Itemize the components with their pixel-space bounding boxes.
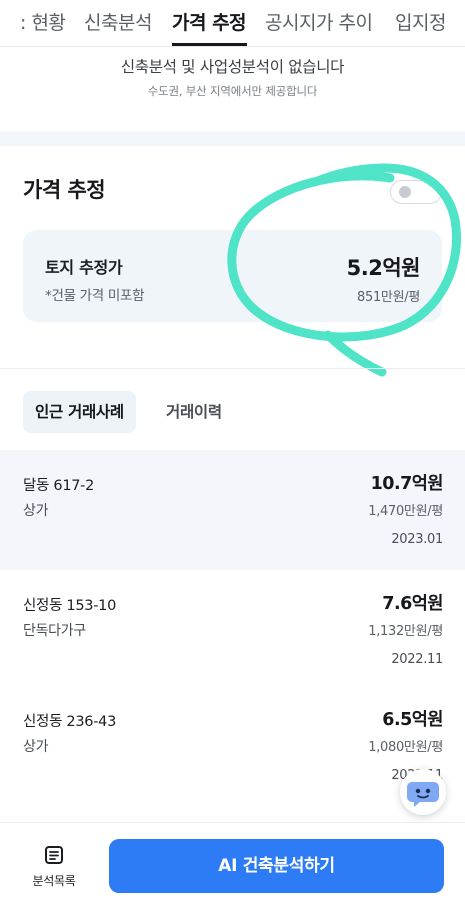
land-estimate-label: 토지 추정가: [45, 258, 123, 277]
transaction-unit-price: 1,470만원/평: [368, 504, 443, 519]
transaction-row[interactable]: 신정동 236-43 상가 6.5억원 1,080만원/평 2022.11: [0, 686, 465, 806]
transaction-address: 신정동 236-43: [23, 714, 116, 730]
tab-public-land-price-trend[interactable]: 공시지가 추이: [265, 8, 373, 35]
transaction-row[interactable]: 달동 617-2 상가 10.7억원 1,470만원/평 2023.01: [0, 450, 465, 570]
transaction-date: 2022.11: [391, 652, 443, 667]
land-estimate-value: 5.2억원: [346, 256, 421, 280]
land-estimate-unit-price: 851만원/평: [357, 290, 420, 305]
transaction-type: 상가: [23, 739, 49, 755]
notice-panel: 신축분석 및 사업성분석이 없습니다 수도권, 부산 지역에서만 제공합니다: [0, 47, 465, 131]
transaction-row[interactable]: 신정동 153-10 단독다가구 7.6억원 1,132만원/평 2022.11: [0, 570, 465, 690]
transaction-type: 단독다가구: [23, 623, 86, 639]
top-tab-bar: : 현황 신축분석 가격 추정 공시지가 추이 입지정: [0, 0, 465, 47]
tab-location[interactable]: 입지정: [395, 8, 446, 35]
land-estimate-card: 토지 추정가 *건물 가격 미포함 5.2억원 851만원/평: [23, 230, 442, 322]
notice-title: 신축분석 및 사업성분석이 없습니다: [120, 58, 345, 76]
transaction-address: 신정동 153-10: [23, 598, 116, 614]
tab-new-build-analysis[interactable]: 신축분석: [84, 8, 152, 35]
land-estimate-note: *건물 가격 미포함: [45, 288, 145, 304]
analysis-list-label[interactable]: 분석목록: [26, 872, 82, 889]
price-section-title: 가격 추정: [23, 178, 106, 202]
transaction-price: 6.5억원: [382, 710, 443, 730]
transaction-date: 2023.01: [391, 532, 443, 547]
section-separator: [0, 131, 465, 146]
transaction-price: 7.6억원: [382, 594, 443, 614]
toggle-switch[interactable]: [390, 180, 442, 204]
notice-subtitle: 수도권, 부산 지역에서만 제공합니다: [147, 84, 318, 98]
chatbot-face-icon: [407, 782, 439, 807]
toggle-knob: [399, 186, 411, 198]
ai-analysis-button[interactable]: AI 건축분석하기: [109, 839, 444, 893]
chatbot-button[interactable]: [400, 769, 446, 815]
tab-status[interactable]: : 현황: [20, 8, 66, 35]
transaction-address: 달동 617-2: [23, 478, 95, 494]
transaction-type: 상가: [23, 503, 49, 519]
tab-price-estimate[interactable]: 가격 추정: [172, 8, 247, 35]
list-document-icon[interactable]: [44, 845, 64, 865]
divider: [0, 368, 465, 369]
transaction-unit-price: 1,132만원/평: [368, 624, 443, 639]
bottom-action-bar: 분석목록 AI 건축분석하기: [0, 822, 465, 900]
transaction-unit-price: 1,080만원/평: [368, 740, 443, 755]
transaction-price: 10.7억원: [370, 474, 444, 494]
active-tab-indicator: [172, 43, 247, 46]
subtab-nearby-transactions[interactable]: 인근 거래사례: [23, 391, 136, 433]
subtab-transaction-history[interactable]: 거래이력: [154, 391, 234, 433]
